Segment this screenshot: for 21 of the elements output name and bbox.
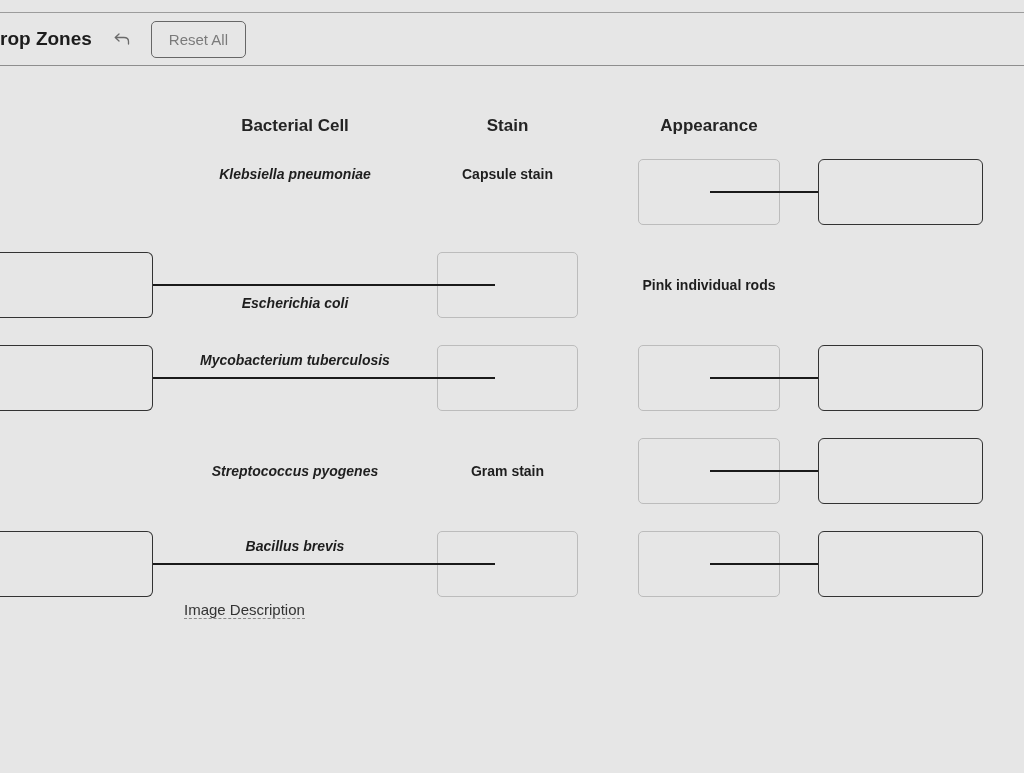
image-description-link[interactable]: Image Description	[184, 601, 305, 619]
drop-zone[interactable]	[818, 345, 983, 411]
curved-arrow-icon[interactable]	[113, 33, 130, 45]
stain-label: Capsule stain	[462, 165, 553, 183]
bacterium-name: Escherichia coli	[241, 294, 349, 312]
bacterium-name: Mycobacterium tuberculosis	[200, 351, 390, 369]
drop-zone[interactable]	[0, 531, 153, 597]
bacterium-name: Bacillus brevis	[245, 537, 345, 555]
drop-zone[interactable]	[818, 531, 983, 597]
column-heading: Stain	[486, 116, 529, 136]
toolbar-title: rop Zones	[0, 28, 92, 50]
drop-zone[interactable]	[0, 345, 153, 411]
drop-zone[interactable]	[818, 159, 983, 225]
column-heading: Bacterial Cell	[241, 116, 349, 136]
column-heading: Appearance	[660, 116, 758, 136]
drop-zone[interactable]	[818, 438, 983, 504]
drop-zone[interactable]	[0, 252, 153, 318]
stain-label: Gram stain	[470, 462, 545, 480]
appearance-label: Pink individual rods	[642, 276, 776, 294]
bacterium-name: Streptococcus pyogenes	[211, 462, 379, 480]
bacterium-name: Klebsiella pneumoniae	[219, 165, 371, 183]
